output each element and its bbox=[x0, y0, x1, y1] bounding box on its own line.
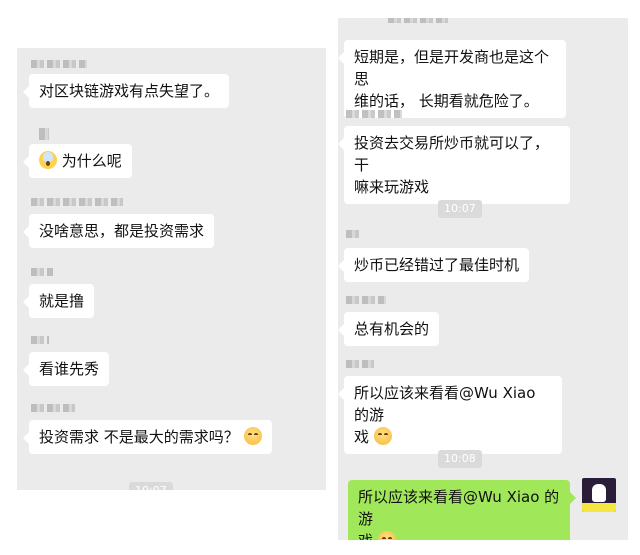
sender-name-blurred bbox=[31, 60, 87, 68]
message-text: 投资需求 不是最大的需求吗？ bbox=[39, 428, 239, 446]
message-text-line: 投资去交易所炒币就可以了， 干 bbox=[354, 134, 550, 174]
message-text: 为什么呢 bbox=[61, 152, 122, 170]
message-text: 没啥意思，都是投资需求 bbox=[39, 222, 205, 240]
message-text-line: 戏 bbox=[358, 532, 373, 540]
sender-name-blurred bbox=[31, 198, 123, 206]
message-text: 就是撸 bbox=[39, 292, 85, 310]
sender-name-blurred bbox=[31, 404, 75, 412]
message-bubble[interactable]: 所以应该来看看@Wu Xiao 的游 戏 bbox=[338, 376, 562, 454]
message-text-line: 维的话， 长期看就危险了。 bbox=[354, 92, 539, 110]
own-message-bubble[interactable]: 所以应该来看看@Wu Xiao 的游 戏 bbox=[348, 480, 576, 540]
chat-panel-left: 对区块链游戏有点失望了。 为什么呢 没啥意思，都是投资需求 就是撸 看谁先秀 投… bbox=[17, 48, 326, 490]
message-text: 看谁先秀 bbox=[39, 360, 100, 378]
chat-panel-right: 短期是，但是开发商也是这个思 维的话， 长期看就危险了。 投资去交易所炒币就可以… bbox=[338, 18, 628, 540]
timestamp-chip: 10:08 bbox=[438, 450, 482, 468]
sender-name-blurred bbox=[388, 18, 448, 23]
message-text: 总有机会的 bbox=[354, 320, 430, 338]
message-text-line: 所以应该来看看@Wu Xiao 的游 bbox=[354, 384, 536, 424]
message-text-line: 所以应该来看看@Wu Xiao 的游 bbox=[358, 488, 560, 528]
face-screaming-in-fear-icon bbox=[39, 151, 57, 169]
flushed-face-icon bbox=[373, 427, 392, 445]
message-text-line: 短期是，但是开发商也是这个思 bbox=[354, 48, 550, 88]
message-bubble[interactable]: 为什么呢 bbox=[23, 144, 132, 178]
sender-name-blurred bbox=[346, 110, 402, 118]
message-text-line: 戏 bbox=[354, 428, 370, 446]
sender-name-blurred bbox=[346, 360, 374, 368]
timestamp-chip: 10:07 bbox=[438, 200, 482, 218]
avatar-figure bbox=[592, 484, 606, 502]
message-bubble[interactable]: 投资去交易所炒币就可以了， 干 嘛来玩游戏 bbox=[338, 126, 570, 204]
sender-name-blurred bbox=[39, 128, 49, 140]
user-avatar[interactable] bbox=[582, 478, 616, 512]
message-text: 炒币已经错过了最佳时机 bbox=[354, 256, 520, 274]
message-text-line: 嘛来玩游戏 bbox=[354, 178, 430, 196]
message-bubble[interactable]: 投资需求 不是最大的需求吗？ bbox=[23, 420, 272, 454]
sender-name-blurred bbox=[346, 230, 362, 238]
flushed-face-icon bbox=[243, 427, 262, 445]
message-bubble[interactable]: 对区块链游戏有点失望了。 bbox=[22, 74, 230, 108]
avatar-caption bbox=[582, 503, 616, 512]
message-bubble[interactable]: 炒币已经错过了最佳时机 bbox=[338, 248, 530, 282]
message-bubble[interactable]: 总有机会的 bbox=[338, 312, 440, 346]
sender-name-blurred bbox=[346, 296, 386, 304]
sender-name-blurred bbox=[31, 336, 49, 344]
message-bubble[interactable]: 没啥意思，都是投资需求 bbox=[22, 214, 215, 248]
message-bubble[interactable]: 短期是，但是开发商也是这个思 维的话， 长期看就危险了。 bbox=[338, 40, 566, 118]
message-bubble[interactable]: 就是撸 bbox=[22, 284, 95, 318]
timestamp-chip: 10:07 bbox=[129, 482, 173, 490]
flushed-face-icon bbox=[377, 531, 396, 540]
message-bubble[interactable]: 看谁先秀 bbox=[22, 352, 110, 386]
sender-name-blurred bbox=[31, 268, 53, 276]
message-text: 对区块链游戏有点失望了。 bbox=[39, 82, 220, 100]
